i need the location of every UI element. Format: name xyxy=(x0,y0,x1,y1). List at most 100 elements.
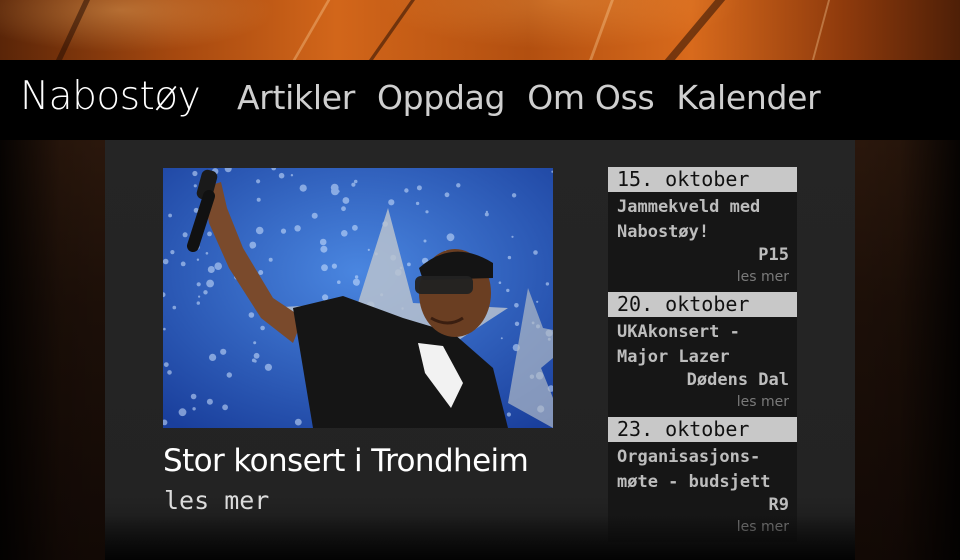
photo-sparkle xyxy=(407,262,411,267)
photo-sparkle xyxy=(170,250,175,255)
photo-sparkle xyxy=(206,398,213,405)
photo-sparkle xyxy=(446,233,455,242)
main-menu: Artikler Oppdag Om Oss Kalender xyxy=(237,78,821,117)
header-banner-image xyxy=(0,0,960,60)
photo-sparkle xyxy=(330,183,339,192)
photo-sparkle xyxy=(367,248,370,251)
photo-sparkle xyxy=(280,228,287,234)
photo-sparkle xyxy=(253,352,260,359)
photo-sparkle xyxy=(190,393,197,400)
photo-sparkle xyxy=(253,341,257,345)
event-read-more-link[interactable]: les mer xyxy=(737,519,797,535)
photo-sparkle xyxy=(264,363,272,371)
event-item[interactable]: 15. oktober Jammekveld med Nabostøy! P15… xyxy=(608,167,797,292)
feature-title[interactable]: Stor konsert i Trondheim xyxy=(163,443,529,479)
photo-sparkle xyxy=(256,197,261,202)
photo-sparkle xyxy=(299,184,307,192)
photo-sparkle xyxy=(248,312,255,318)
photo-sparkle xyxy=(256,179,261,184)
photo-sparkle xyxy=(388,199,395,206)
photo-sparkle xyxy=(425,210,429,214)
photo-sparkle xyxy=(353,179,358,184)
photo-sparkle xyxy=(506,288,510,293)
site-logo[interactable]: Nabostøy xyxy=(20,74,201,119)
event-item[interactable]: 23. oktober Organisasjons-møte - budsjet… xyxy=(608,417,797,542)
photo-sparkle xyxy=(404,188,409,193)
event-title: UKAkonsert - Major Lazer xyxy=(617,322,740,367)
photo-sparkle xyxy=(163,327,166,331)
photo-sparkle xyxy=(251,358,256,363)
photo-sparkle xyxy=(341,206,346,212)
photo-sparkle xyxy=(320,245,328,253)
photo-sparkle xyxy=(354,280,360,286)
photo-sparkle xyxy=(196,282,201,287)
event-item[interactable]: 20. oktober UKAkonsert - Major Lazer Død… xyxy=(608,292,797,417)
photo-sparkle xyxy=(322,294,329,301)
event-date: 23. oktober xyxy=(608,417,797,442)
menu-item-oppdag[interactable]: Oppdag xyxy=(377,78,505,117)
photo-sparkle xyxy=(341,230,348,237)
event-location: Dødens Dal xyxy=(686,370,789,390)
photo-sparkle xyxy=(511,193,517,198)
photo-sparkle xyxy=(415,201,420,206)
photo-sparkle xyxy=(206,279,214,288)
photo-sparkle xyxy=(507,255,512,260)
photo-sparkle xyxy=(278,172,285,179)
photo-sparkle xyxy=(196,258,200,261)
photo-sparkle xyxy=(193,184,197,188)
photo-sparkle xyxy=(172,305,177,310)
photo-sparkle xyxy=(500,337,503,340)
photo-sparkle xyxy=(198,295,201,298)
photo-sparkle xyxy=(514,321,520,326)
menu-item-artikler[interactable]: Artikler xyxy=(237,78,355,117)
photo-sparkle xyxy=(351,182,356,187)
photo-sparkle xyxy=(498,281,502,284)
photo-sparkle xyxy=(506,412,511,417)
photo-sparkle xyxy=(205,252,209,255)
photo-sparkle xyxy=(182,232,188,238)
photo-sparkle xyxy=(533,250,538,255)
feature-read-more-link[interactable]: les mer xyxy=(164,486,269,515)
event-read-more-link[interactable]: les mer xyxy=(737,269,797,285)
photo-sparkle xyxy=(444,192,450,198)
photo-sparkle xyxy=(321,264,328,272)
photo-sparkle xyxy=(536,300,539,303)
photo-sparkle xyxy=(222,404,228,411)
event-title: Jammekveld med Nabostøy! xyxy=(617,197,761,242)
top-nav: Nabostøy Artikler Oppdag Om Oss Kalender xyxy=(0,60,960,140)
photo-sparkle xyxy=(203,290,208,295)
photo-sparkle xyxy=(354,275,359,279)
photo-sparkle xyxy=(294,225,301,232)
photo-sparkle xyxy=(207,231,212,237)
photo-sparkle xyxy=(352,224,358,231)
photo-sparkle xyxy=(337,280,341,284)
photo-sparkle xyxy=(456,183,461,188)
photo-sparkle xyxy=(484,212,489,217)
event-location: P15 xyxy=(758,245,789,265)
photo-sparkle xyxy=(311,212,318,219)
menu-item-om-oss[interactable]: Om Oss xyxy=(527,78,654,117)
photo-sparkle xyxy=(178,408,187,417)
photo-sparkle xyxy=(214,262,222,270)
photo-sparkle xyxy=(167,370,172,375)
photo-sparkle xyxy=(268,257,273,262)
event-list: 15. oktober Jammekveld med Nabostøy! P15… xyxy=(608,167,797,542)
photo-sparkle xyxy=(423,239,427,243)
photo-sparkle xyxy=(207,266,215,273)
event-date: 20. oktober xyxy=(608,292,797,317)
photo-sparkle xyxy=(196,301,200,305)
menu-item-kalender[interactable]: Kalender xyxy=(676,78,820,117)
event-read-more-link[interactable]: les mer xyxy=(737,394,797,410)
feature-photo[interactable] xyxy=(163,168,553,428)
photo-sparkle xyxy=(331,263,337,269)
photo-sparkle xyxy=(258,270,264,275)
photo-sparkle xyxy=(416,185,422,191)
photo-sparkle xyxy=(168,213,172,218)
photo-sparkle xyxy=(192,407,196,411)
photo-sparkle xyxy=(192,170,198,177)
photo-sparkle xyxy=(163,362,169,367)
photo-sparkle xyxy=(319,238,327,246)
photo-sparkle xyxy=(342,197,350,204)
event-date: 15. oktober xyxy=(608,167,797,192)
photo-sparkle xyxy=(545,282,550,286)
